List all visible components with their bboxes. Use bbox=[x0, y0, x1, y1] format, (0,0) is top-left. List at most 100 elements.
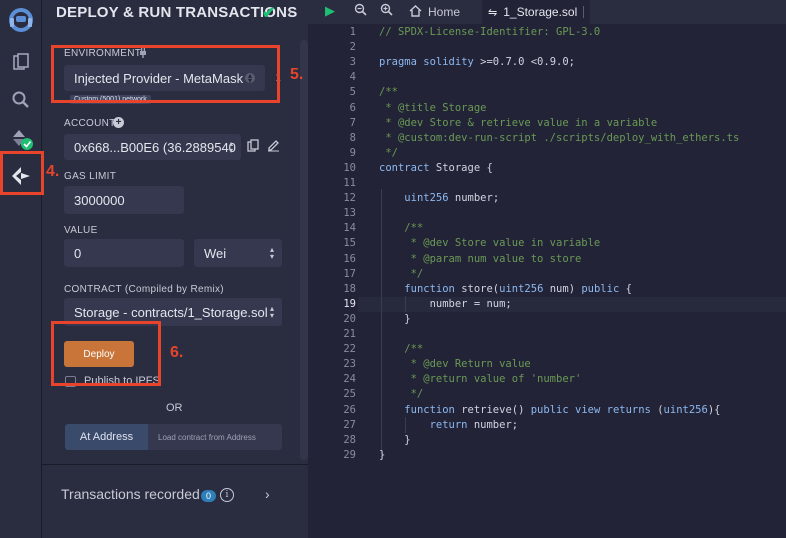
info-icon[interactable]: i bbox=[220, 488, 234, 502]
line-number: 9 bbox=[349, 146, 356, 159]
code-line: * @title Storage bbox=[379, 101, 487, 114]
line-number: 20 bbox=[343, 312, 356, 325]
value-input[interactable]: 0 bbox=[64, 239, 184, 267]
code-line: } bbox=[379, 433, 411, 446]
line-number: 28 bbox=[343, 433, 356, 446]
line-number: 2 bbox=[349, 41, 356, 54]
annotation-box-deploy bbox=[51, 321, 161, 386]
load-contract-input[interactable]: Load contract from Address bbox=[148, 424, 282, 450]
account-value: 0x668...B00E6 (36.2889540 bbox=[74, 139, 236, 155]
code-line: * @dev Return value bbox=[379, 358, 531, 371]
line-number: 26 bbox=[343, 403, 356, 416]
code-line: */ bbox=[379, 146, 398, 159]
line-number: 12 bbox=[343, 192, 356, 205]
chevron-right-icon[interactable]: › bbox=[265, 486, 270, 502]
line-number: 3 bbox=[349, 56, 356, 69]
line-number: 16 bbox=[343, 252, 356, 265]
line-number: 25 bbox=[343, 388, 356, 401]
code-line: // SPDX-License-Identifier: GPL-3.0 bbox=[379, 26, 601, 38]
code-line: uint256 number; bbox=[404, 192, 500, 205]
code-line: contract Storage { bbox=[379, 161, 493, 174]
file-icon: ⇋ bbox=[488, 6, 498, 19]
at-address-button[interactable]: At Address bbox=[65, 424, 148, 450]
select-arrows-icon: ▴ ▾ bbox=[269, 245, 274, 261]
code-line: * @custom:dev-run-script ./scripts/deplo… bbox=[379, 131, 740, 144]
line-number: 5 bbox=[349, 86, 356, 99]
code-line: pragma solidity >=0.7.0 <0.9.0; bbox=[379, 56, 575, 69]
code-line: /** bbox=[379, 343, 424, 356]
zoom-in-icon[interactable] bbox=[380, 3, 393, 19]
plus-circle-icon[interactable]: + bbox=[113, 117, 124, 128]
code-line: function retrieve() public view returns … bbox=[404, 403, 721, 416]
line-number: 6 bbox=[349, 101, 356, 114]
tab-home-label: Home bbox=[428, 5, 461, 19]
panel-divider bbox=[42, 464, 308, 465]
code-line: */ bbox=[379, 388, 424, 401]
line-number: 13 bbox=[343, 207, 356, 220]
annotation-step-6: 6. bbox=[170, 344, 184, 361]
value-label: VALUE bbox=[64, 225, 98, 236]
line-number: 14 bbox=[343, 222, 356, 235]
contract-value: Storage - contracts/1_Storage.sol bbox=[74, 304, 268, 320]
code-line: /** bbox=[379, 86, 398, 99]
home-icon bbox=[409, 4, 422, 20]
annotation-step-4: 4. bbox=[46, 163, 60, 180]
gas-limit-label: GAS LIMIT bbox=[64, 171, 117, 182]
line-number: 17 bbox=[343, 267, 356, 280]
line-number: 22 bbox=[343, 343, 356, 356]
search-icon[interactable] bbox=[0, 80, 42, 120]
code-line: } bbox=[379, 448, 386, 461]
code-line: * @dev Store & retrieve value in a varia… bbox=[379, 116, 658, 129]
panel-scrollbar[interactable] bbox=[300, 40, 308, 460]
icon-rail bbox=[0, 0, 42, 538]
line-number: 11 bbox=[343, 177, 356, 189]
line-number: 1 bbox=[349, 26, 356, 38]
line-number: 10 bbox=[343, 161, 356, 174]
annotation-box-environment bbox=[51, 45, 280, 103]
select-arrows-icon: ▴ ▾ bbox=[269, 304, 274, 320]
line-number: 18 bbox=[343, 282, 356, 295]
file-explorer-icon[interactable] bbox=[0, 42, 42, 82]
code-line: } bbox=[379, 312, 411, 325]
code-line: * @param num value to store bbox=[379, 252, 582, 265]
line-number: 27 bbox=[343, 418, 356, 431]
check-icon: ✔ bbox=[262, 5, 276, 22]
line-number: 15 bbox=[343, 237, 356, 250]
line-number: 4 bbox=[349, 71, 356, 84]
tab-home[interactable]: Home bbox=[403, 0, 475, 24]
transactions-count-badge: 0 bbox=[201, 490, 217, 502]
contract-label: CONTRACT (Compiled by Remix) bbox=[64, 284, 224, 295]
or-divider-label: OR bbox=[166, 402, 183, 414]
copy-icon[interactable] bbox=[247, 139, 259, 158]
line-number: 7 bbox=[349, 116, 356, 129]
code-line: return number; bbox=[429, 418, 519, 431]
code-line: /** bbox=[379, 222, 424, 235]
line-number: 21 bbox=[343, 328, 356, 340]
tab-storage-file[interactable]: ⇋ 1_Storage.sol bbox=[482, 0, 590, 24]
line-number: 23 bbox=[343, 358, 356, 371]
code-line: function store(uint256 num) public { bbox=[404, 282, 632, 295]
chevron-right-icon[interactable]: › bbox=[287, 3, 292, 20]
line-number: 29 bbox=[343, 448, 356, 461]
value-unit-select[interactable]: Wei ▴ ▾ bbox=[194, 239, 282, 267]
transactions-recorded-label[interactable]: Transactions recorded bbox=[61, 486, 200, 502]
code-line: number = num; bbox=[379, 297, 512, 310]
annotation-step-5: 5. bbox=[290, 66, 304, 83]
zoom-out-icon[interactable] bbox=[354, 3, 367, 19]
play-icon[interactable]: ▶ bbox=[325, 3, 335, 19]
tab-file-label: 1_Storage.sol bbox=[503, 5, 578, 19]
line-number: 19 bbox=[343, 297, 356, 310]
code-line: * @dev Store value in variable bbox=[379, 237, 601, 250]
line-number: 24 bbox=[343, 373, 356, 386]
value-unit: Wei bbox=[204, 245, 227, 261]
remix-logo-icon[interactable] bbox=[0, 0, 42, 40]
gas-limit-input[interactable]: 3000000 bbox=[64, 186, 184, 214]
code-line: */ bbox=[379, 267, 424, 280]
account-label: ACCOUNT bbox=[64, 118, 116, 129]
code-line: * @return value of 'number' bbox=[379, 373, 582, 386]
edit-icon[interactable] bbox=[267, 139, 280, 157]
annotation-box-rail bbox=[0, 151, 44, 195]
account-select[interactable]: 0x668...B00E6 (36.2889540 ▴ ▾ bbox=[64, 134, 241, 160]
tab-separator bbox=[583, 6, 584, 18]
line-number: 8 bbox=[349, 131, 356, 144]
